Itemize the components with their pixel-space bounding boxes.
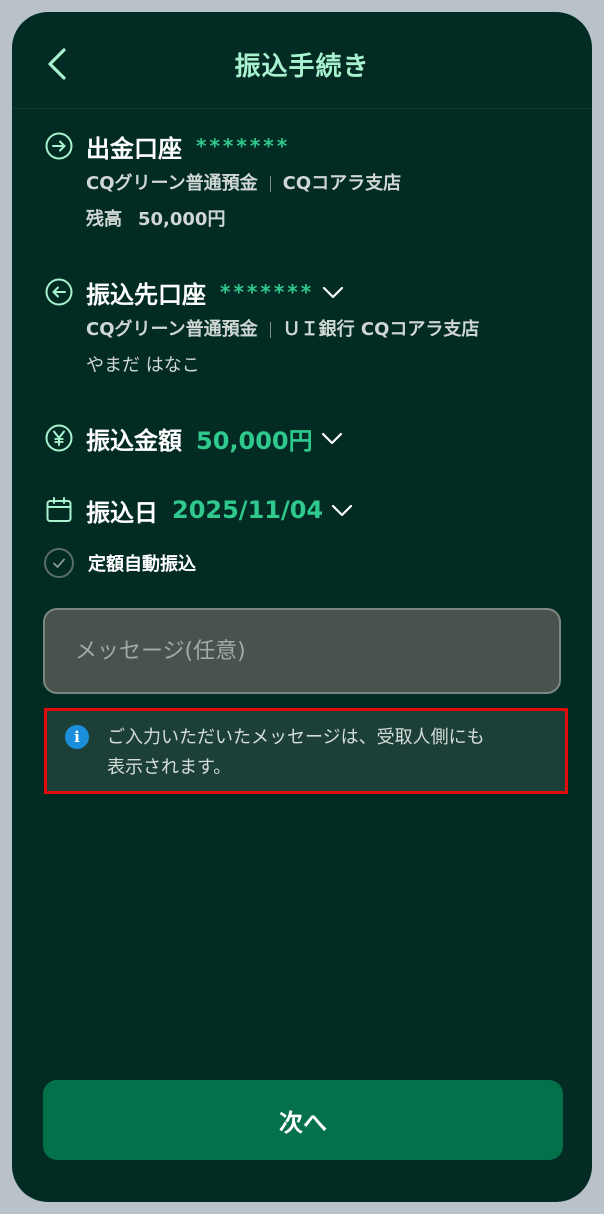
calendar-icon	[46, 497, 72, 522]
divider	[269, 322, 271, 338]
info-icon: i	[65, 725, 89, 749]
arrow-left-circle-icon	[45, 278, 73, 306]
chevron-down-icon[interactable]	[320, 279, 346, 305]
arrow-right-circle-icon	[45, 132, 73, 160]
message-notice: i ご入力いただいたメッセージは、受取人側にも 表示されます。	[44, 708, 568, 794]
balance-label: 残高	[86, 209, 122, 230]
from-account-label: 出金口座	[86, 134, 182, 163]
amount-label: 振込金額	[86, 426, 182, 455]
from-account-type: CQグリーン普通預金	[86, 173, 258, 194]
checkbox-circle	[44, 548, 74, 578]
message-input[interactable]	[43, 608, 561, 694]
notice-line: 表示されます。	[107, 757, 232, 778]
from-account-masked-number: *******	[196, 134, 291, 158]
to-account-section: 振込先口座 ******* CQグリーン普通預金 ＵＩ銀行 CQコアラ支店 やま…	[44, 272, 564, 384]
to-account-masked-number: *******	[220, 280, 315, 304]
amount-value: 50,000円	[196, 426, 313, 455]
to-account-label: 振込先口座	[86, 280, 206, 309]
amount-selector[interactable]: 振込金額 50,000円	[44, 418, 564, 458]
to-account-branch: ＵＩ銀行 CQコアラ支店	[282, 319, 480, 340]
checkmark-icon	[53, 558, 65, 568]
divider	[269, 176, 271, 192]
to-account-holder: やまだ はなこ	[86, 355, 200, 376]
amount-section: 振込金額 50,000円	[44, 418, 564, 458]
app-header: 振込手続き	[12, 12, 592, 109]
chevron-down-icon[interactable]	[319, 425, 345, 451]
yen-circle-icon	[45, 424, 73, 452]
to-account-selector[interactable]: 振込先口座 *******	[44, 272, 564, 312]
to-account-type: CQグリーン普通預金	[86, 319, 258, 340]
transfer-date-label: 振込日	[86, 498, 158, 527]
balance-value: 50,000円	[138, 209, 226, 230]
next-button[interactable]: 次へ	[43, 1080, 563, 1160]
phone-screen: 振込手続き 出金口座 ******* CQグリーン普通預金 CQコアラ支店 残高…	[12, 12, 592, 1202]
page-title: 振込手続き	[234, 52, 370, 82]
notice-text: ご入力いただいたメッセージは、受取人側にも 表示されます。	[107, 723, 547, 783]
from-account-section: 出金口座 ******* CQグリーン普通預金 CQコアラ支店 残高 50,00…	[44, 126, 564, 238]
transfer-date-selector[interactable]: 振込日 2025/11/04	[44, 490, 564, 530]
recurring-transfer-label: 定額自動振込	[88, 554, 196, 575]
transfer-date-value: 2025/11/04	[172, 496, 324, 524]
from-account-branch: CQコアラ支店	[282, 173, 402, 194]
transfer-date-section: 振込日 2025/11/04	[44, 490, 564, 530]
recurring-transfer-checkbox[interactable]: 定額自動振込	[44, 548, 196, 578]
chevron-down-icon[interactable]	[329, 497, 355, 523]
notice-line: ご入力いただいたメッセージは、受取人側にも	[107, 727, 485, 748]
